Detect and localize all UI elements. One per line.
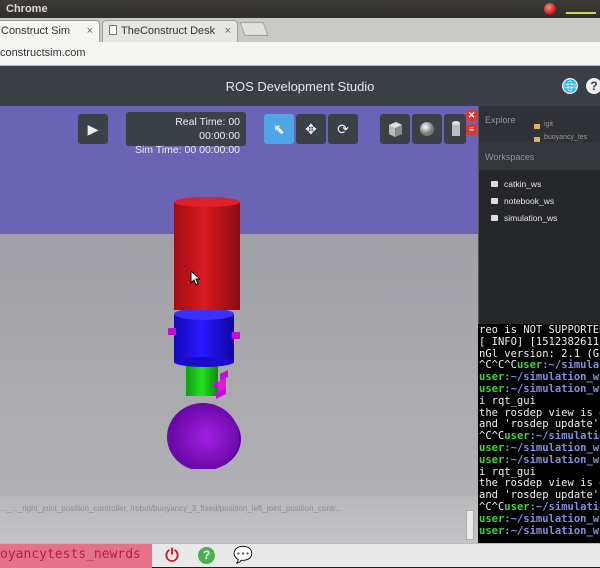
url-text[interactable]: constructsim.com (0, 47, 86, 59)
terminal-path: :~/simulation_w (504, 453, 600, 466)
terminal-prompt: user (479, 441, 505, 454)
tab-theconstruct-desk[interactable]: TheConstruct Desk × (102, 20, 238, 42)
new-tab-button[interactable] (239, 22, 269, 36)
app-header: ROS Development Studio 🌐 ? (0, 66, 600, 106)
workspace-label: catkin_ws (504, 179, 542, 189)
chat-icon[interactable]: 💬 (232, 547, 254, 565)
terminal-path: :~/simula (542, 359, 600, 372)
cylinder-icon (452, 121, 460, 136)
tab-strip: Construct Sim × TheConstruct Desk × (0, 18, 600, 42)
status-bar: oyancytests_newrds ⏻ ? 💬 (0, 543, 600, 568)
cursor-icon (190, 270, 200, 286)
close-panel-icon[interactable]: ✕ (466, 110, 477, 121)
base-sphere (167, 403, 239, 469)
time-display: Real Time: 00 00:00:00 Sim Time: 00 00:0… (126, 112, 246, 156)
project-name[interactable]: oyancytests_newrds (0, 544, 152, 568)
real-time: Real Time: 00 00:00:00 (175, 116, 240, 142)
sim-time: Sim Time: 00 00:00:00 (134, 144, 240, 156)
terminal-prefix: ^C^C^C (479, 359, 517, 372)
workspaces-title: Workspaces (485, 152, 535, 162)
terminal-path: :~/simulation_w (504, 441, 600, 454)
log-scrollbar[interactable] (466, 510, 474, 540)
terminal-prompt: user (504, 430, 530, 443)
help-icon[interactable]: ? (586, 78, 600, 94)
terminal-line: [ INFO] [1512382611 (479, 335, 600, 348)
log-text: ..._..._right_joint_position_controller,… (0, 504, 342, 513)
terminal-prefix: ^C^C (479, 430, 505, 443)
os-title: Chrome (6, 3, 48, 15)
workspace-item[interactable]: notebook_ws (491, 196, 554, 206)
marker-left (168, 328, 176, 335)
tab-construct-sim[interactable]: Construct Sim × (0, 20, 100, 42)
terminal-prompt: user (479, 524, 505, 537)
terminal-prompt: user (479, 453, 505, 466)
globe-icon[interactable]: 🌐 (562, 78, 578, 94)
explore-title: Explore (485, 115, 516, 125)
explore-item[interactable]: buoyancy_tes (544, 134, 587, 141)
explore-item[interactable]: igit (544, 121, 553, 128)
tray-indicator-icon (566, 4, 596, 14)
top-cylinder-cap (174, 197, 240, 207)
workspace-item[interactable]: catkin_ws (491, 179, 541, 189)
tab-close-icon[interactable]: × (87, 25, 93, 37)
workspaces-panel: Workspaces catkin_ws notebook_ws simulat… (478, 142, 600, 324)
folder-icon (491, 181, 498, 187)
terminal-path: :~/simulation_w (504, 512, 600, 525)
sphere-icon (420, 122, 434, 136)
terminal-prompt: user (479, 512, 505, 525)
folder-icon (491, 198, 498, 204)
terminal-path: :~/simulatio (529, 430, 600, 443)
terminal-line: i rqt_gui (479, 394, 536, 407)
select-tool-button[interactable]: ⬉ (264, 114, 294, 144)
marker-right (232, 332, 240, 339)
terminal-prompt: user (479, 382, 505, 395)
terminal-prefix: ^C^C (479, 500, 505, 513)
terminal-path: :~/simulatio (529, 500, 600, 513)
rotate-tool-button[interactable]: ⟳ (328, 114, 358, 144)
terminal-line: user:~/simulation_w (478, 453, 600, 467)
terminal-line: user:~/simulation_w (478, 524, 600, 538)
terminal-path: :~/simulation_w (504, 382, 600, 395)
terminal-prompt: user (516, 359, 543, 372)
cylinder-shape-button[interactable] (444, 114, 466, 144)
folder-icon (534, 124, 540, 129)
terminal-line: user:~/simulation_w (478, 382, 600, 396)
terminal-path: :~/simulation_w (504, 524, 600, 537)
mid-cylinder-bottom (174, 357, 234, 367)
window-close-icon[interactable] (544, 3, 556, 15)
simulation-viewport[interactable]: ▶ Real Time: 00 00:00:00 Sim Time: 00 00… (0, 106, 478, 543)
folder-icon (491, 215, 498, 221)
workspace-label: simulation_ws (504, 213, 558, 223)
app-title: ROS Development Studio (225, 79, 375, 94)
terminal-prompt: user (504, 500, 530, 513)
terminal-prompt: user (479, 371, 505, 384)
tab-label: TheConstruct Desk (121, 25, 216, 37)
terminal-path: :~/simulation_w (504, 371, 600, 384)
workspace-item[interactable]: simulation_ws (491, 213, 557, 223)
explore-panel: Explore igit buoyancy_tes (478, 106, 600, 142)
workspace-label: notebook_ws (504, 196, 555, 206)
help-circle-icon[interactable]: ? (198, 547, 215, 564)
tab-close-icon[interactable]: × (225, 25, 231, 37)
list-icon[interactable]: ≡ (466, 124, 477, 135)
tab-label: Construct Sim (1, 25, 71, 37)
document-icon (109, 25, 117, 35)
workspaces-header: Workspaces (479, 142, 600, 170)
cube-icon (389, 122, 402, 137)
play-button[interactable]: ▶ (78, 114, 108, 144)
box-shape-button[interactable] (380, 114, 410, 144)
sphere-shape-button[interactable] (412, 114, 442, 144)
address-bar[interactable]: constructsim.com (0, 42, 600, 66)
neck-cylinder (186, 362, 218, 396)
os-title-bar: Chrome (0, 0, 600, 18)
mid-cylinder (174, 314, 234, 362)
top-cylinder (174, 202, 240, 310)
power-icon[interactable]: ⏻ (162, 546, 182, 566)
move-tool-button[interactable]: ✥ (296, 114, 326, 144)
terminal[interactable]: reo is NOT SUPPORTED[ INFO] [1512382611 n… (478, 324, 600, 543)
robot-model[interactable] (150, 194, 260, 469)
